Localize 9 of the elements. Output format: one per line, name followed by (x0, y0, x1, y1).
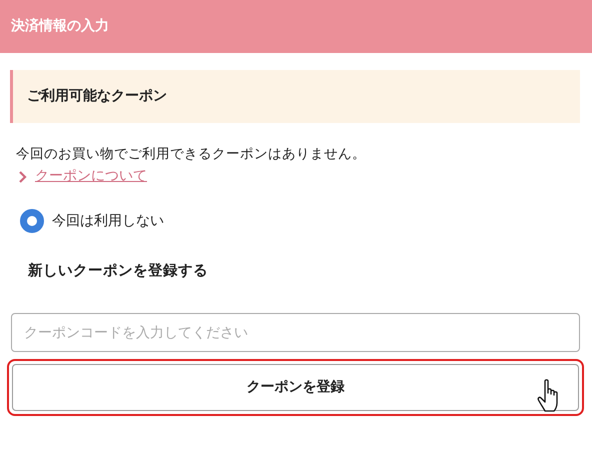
chevron-icon (18, 170, 27, 183)
radio-button[interactable] (20, 209, 44, 234)
info-text: 今回のお買い物でご利用できるクーポンはありません。 (16, 146, 366, 162)
radio-label[interactable]: 今回は利用しない (52, 210, 164, 232)
register-coupon-button[interactable]: クーポンを登録 (12, 364, 579, 411)
section-heading: 新しいクーポンを登録する (28, 263, 208, 280)
coupon-code-field[interactable]: クーポンコードを入力してください (11, 313, 580, 352)
header-title: 決済情報の入力 (11, 17, 109, 36)
section-title: ご利用可能なクーポン (27, 87, 167, 106)
